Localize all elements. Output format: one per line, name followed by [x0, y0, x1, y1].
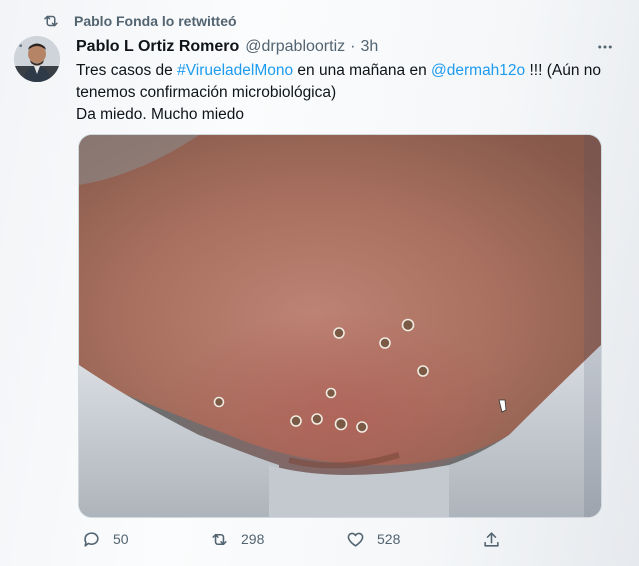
photo-image	[79, 135, 601, 517]
tweet-text: Tres casos de #VirueladelMono en una mañ…	[76, 60, 616, 126]
retweet-count: 298	[241, 531, 265, 547]
mention-link[interactable]: @dermah12o	[431, 62, 525, 79]
retweet-context-text: Pablo Fonda lo retwitteó	[74, 13, 237, 29]
retweet-context[interactable]: Pablo Fonda lo retwitteó	[42, 10, 237, 32]
tweet-screen: Pablo Fonda lo retwitteó ▪ Pablo L Ortiz…	[0, 0, 639, 566]
tweet-actions: 50 298 528	[82, 524, 522, 554]
avatar[interactable]: ▪	[14, 36, 60, 82]
hashtag-link[interactable]: #VirueladelMono	[177, 62, 293, 79]
tweet-text-mid: en una mañana en	[293, 62, 432, 79]
tweet-photo[interactable]	[78, 134, 602, 518]
author-name[interactable]: Pablo L Ortiz Romero	[76, 38, 239, 56]
avatar-image: ▪	[14, 36, 60, 82]
heart-icon	[347, 532, 364, 547]
timestamp[interactable]: 3h	[360, 38, 378, 56]
tweet-text-line1: Tres casos de #VirueladelMono en una mañ…	[76, 60, 616, 104]
tweet-header: Pablo L Ortiz Romero @drpabloortiz · 3h	[76, 36, 619, 58]
share-icon	[484, 531, 499, 547]
more-button[interactable]	[591, 36, 619, 58]
reply-icon	[84, 531, 99, 547]
reply-count: 50	[113, 531, 129, 547]
tweet-text-line2: Da miedo. Mucho miedo	[76, 106, 244, 123]
reply-button[interactable]: 50	[82, 524, 129, 554]
share-button[interactable]	[482, 524, 501, 554]
retweet-button[interactable]: 298	[210, 524, 264, 554]
svg-text:▪: ▪	[19, 43, 22, 49]
author-handle[interactable]: @drpabloortiz	[245, 38, 345, 56]
more-horizontal-icon	[598, 45, 612, 49]
like-button[interactable]: 528	[346, 524, 400, 554]
like-count: 528	[377, 531, 401, 547]
retweet-icon	[212, 533, 227, 545]
separator: ·	[350, 38, 356, 55]
retweet-icon	[44, 15, 58, 27]
tweet-text-prefix: Tres casos de	[76, 62, 178, 79]
